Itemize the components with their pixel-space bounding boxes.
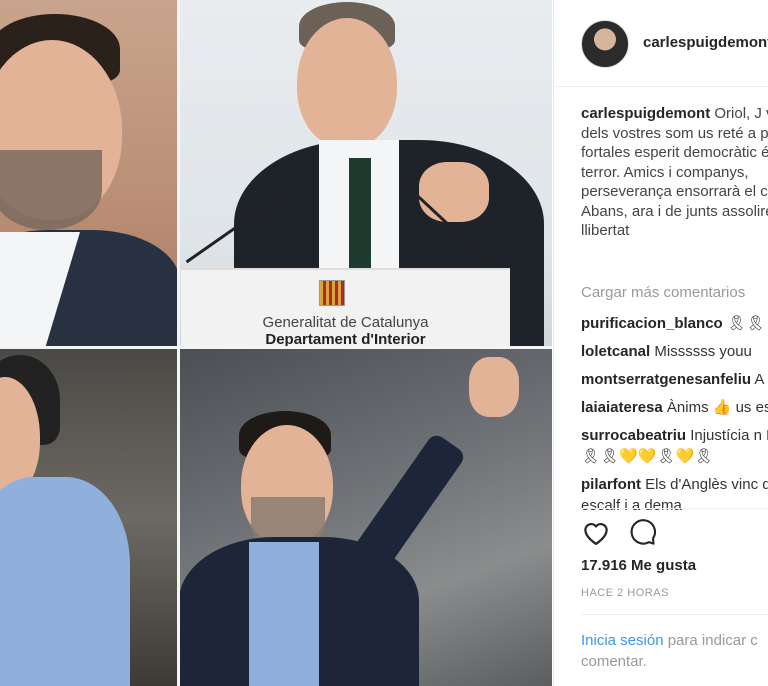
comment-text: 🎗🎗 (726, 315, 765, 332)
comment: montserratgenesanfeliu A (581, 370, 764, 389)
generalitat-logo-icon (319, 280, 345, 306)
comment-username[interactable]: pilarfont (581, 476, 641, 493)
comment-text: Missssss youu (654, 343, 752, 360)
podium-sign: Generalitat de Catalunya Departament d'I… (181, 268, 510, 349)
comment-text: Ànims 👍 us es (666, 399, 768, 416)
login-prompt: Inicia sesión para indicar c comentar. (581, 630, 768, 672)
post-caption: carlespuigdemont Oriol, J violència dels… (581, 104, 768, 241)
comment: pilarfont Els d'Anglès vinc donar vos es… (581, 474, 768, 516)
post-header: carlespuigdemont (554, 0, 768, 87)
photo-bottom-right (179, 347, 552, 686)
header-username[interactable]: carlespuigdemont (643, 34, 768, 51)
heart-icon[interactable] (581, 518, 611, 551)
collage-divider (0, 346, 552, 349)
photo-top-left (0, 0, 179, 347)
comment-username[interactable]: purificacion_blanco (581, 315, 723, 332)
comment: purificacion_blanco 🎗🎗 (581, 314, 765, 333)
comment: surrocabeatriu Injustícia n República 🎗🎗… (581, 425, 768, 467)
section-divider (581, 614, 768, 615)
comment-username[interactable]: loletcanal (581, 343, 650, 360)
comment-text: A (754, 371, 765, 388)
section-divider (581, 508, 768, 509)
post-side-panel: carlespuigdemont carlespuigdemont Oriol,… (553, 0, 768, 686)
load-more-comments[interactable]: Cargar más comentarios (581, 284, 745, 301)
likes-count[interactable]: 17.916 Me gusta (581, 557, 696, 574)
comment-icon[interactable] (629, 518, 657, 551)
podium-text-line1: Generalitat de Catalunya (262, 314, 429, 331)
comment-username[interactable]: montserratgenesanfeliu (581, 371, 751, 388)
caption-username[interactable]: carlespuigdemont (581, 105, 710, 122)
comment: laiaiateresa Ànims 👍 us es (581, 398, 768, 417)
comment-username[interactable]: laiaiateresa (581, 399, 663, 416)
login-link[interactable]: Inicia sesión (581, 632, 664, 649)
comment-username[interactable]: surrocabeatriu (581, 427, 686, 444)
comment: loletcanal Missssss youu (581, 342, 752, 361)
avatar[interactable] (581, 20, 629, 68)
caption-text: Oriol, J violència dels vostres som us r… (581, 105, 768, 239)
post-image-collage[interactable]: Generalitat de Catalunya Departament d'I… (0, 0, 552, 686)
collage-divider (177, 0, 180, 686)
post-timestamp: HACE 2 HORAS (581, 587, 669, 599)
photo-bottom-left (0, 347, 179, 686)
